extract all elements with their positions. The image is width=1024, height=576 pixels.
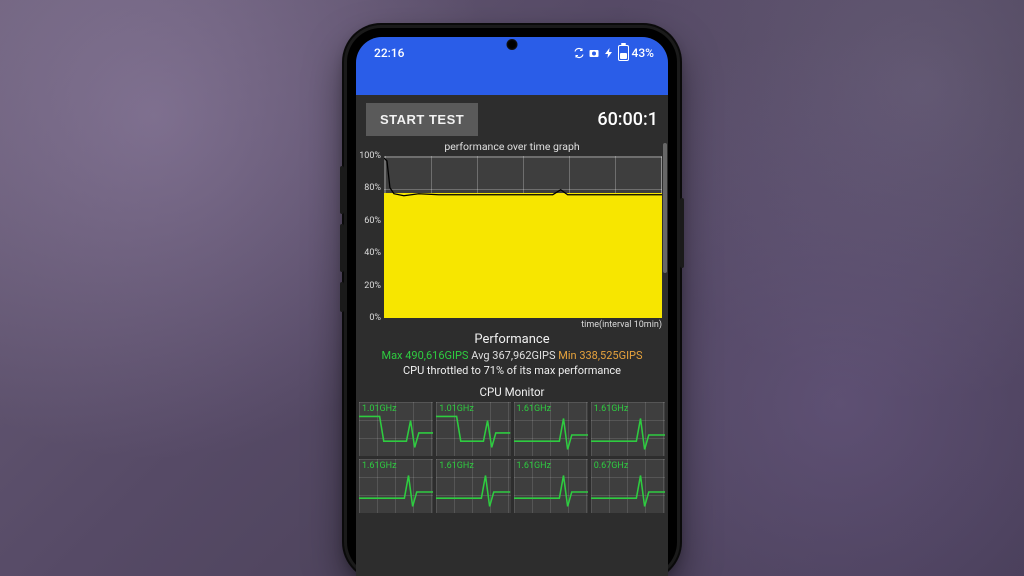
cpu-core-freq: 0.67GHz [594,461,629,471]
camera-icon [588,47,600,59]
cpu-core-7: 0.67GHz [591,459,665,513]
screen: 22:16 43% START TEST 60:00:1 [356,37,668,576]
volume-up-button[interactable] [340,166,344,214]
volume-down-button[interactable] [340,224,344,272]
phone-frame: 22:16 43% START TEST 60:00:1 [347,28,677,576]
loop-icon [573,47,585,59]
y-tick: 40% [364,248,384,258]
graph-title: performance over time graph [356,140,668,156]
cpu-core-1: 1.01GHz [436,402,510,456]
cpu-core-3: 1.61GHz [591,402,665,456]
power-button[interactable] [680,198,684,268]
side-button[interactable] [340,282,344,312]
throttle-text: CPU throttled to 71% of its max performa… [356,364,668,377]
battery-percent: 43% [632,46,654,60]
y-tick: 20% [364,281,384,291]
cpu-core-freq: 1.01GHz [362,404,397,414]
stat-max: Max 490,616GIPS [381,349,468,362]
performance-title: Performance [356,332,668,347]
scrollbar[interactable] [663,143,667,273]
y-tick: 60% [364,216,384,226]
y-tick: 100% [359,151,384,161]
start-test-button[interactable]: START TEST [366,103,478,136]
cpu-core-freq: 1.61GHz [517,404,552,414]
y-tick: 0% [369,313,384,323]
cpu-monitor-grid: 1.01GHz 1.01GHz 1.61GHz 1.61GHz 1.61GHz 1.61G… [356,402,668,513]
content-area: START TEST 60:00:1 performance over time… [356,95,668,576]
battery-icon [618,45,629,61]
x-axis-label: time(interval 10min) [581,318,662,330]
cpu-core-2: 1.61GHz [514,402,588,456]
cpu-core-freq: 1.01GHz [439,404,474,414]
performance-chart: 100% 80% 60% 40% 20% 0% time(interval 10… [384,156,662,318]
cpu-core-freq: 1.61GHz [362,461,397,471]
stat-min: Min 338,525GIPS [558,349,642,362]
cpu-core-0: 1.01GHz [359,402,433,456]
timer: 60:00:1 [597,109,658,130]
clock: 22:16 [374,46,404,60]
cpu-core-6: 1.61GHz [514,459,588,513]
stat-avg: Avg 367,962GIPS [471,349,555,362]
cpu-monitor-title: CPU Monitor [356,385,668,399]
cpu-core-4: 1.61GHz [359,459,433,513]
cpu-core-freq: 1.61GHz [439,461,474,471]
app-header [356,69,668,95]
cpu-core-freq: 1.61GHz [594,404,629,414]
front-camera [507,39,518,50]
cpu-core-freq: 1.61GHz [517,461,552,471]
y-tick: 80% [364,183,384,193]
performance-stats: Max 490,616GIPS Avg 367,962GIPS Min 338,… [356,349,668,362]
lightning-icon [603,47,615,59]
cpu-core-5: 1.61GHz [436,459,510,513]
